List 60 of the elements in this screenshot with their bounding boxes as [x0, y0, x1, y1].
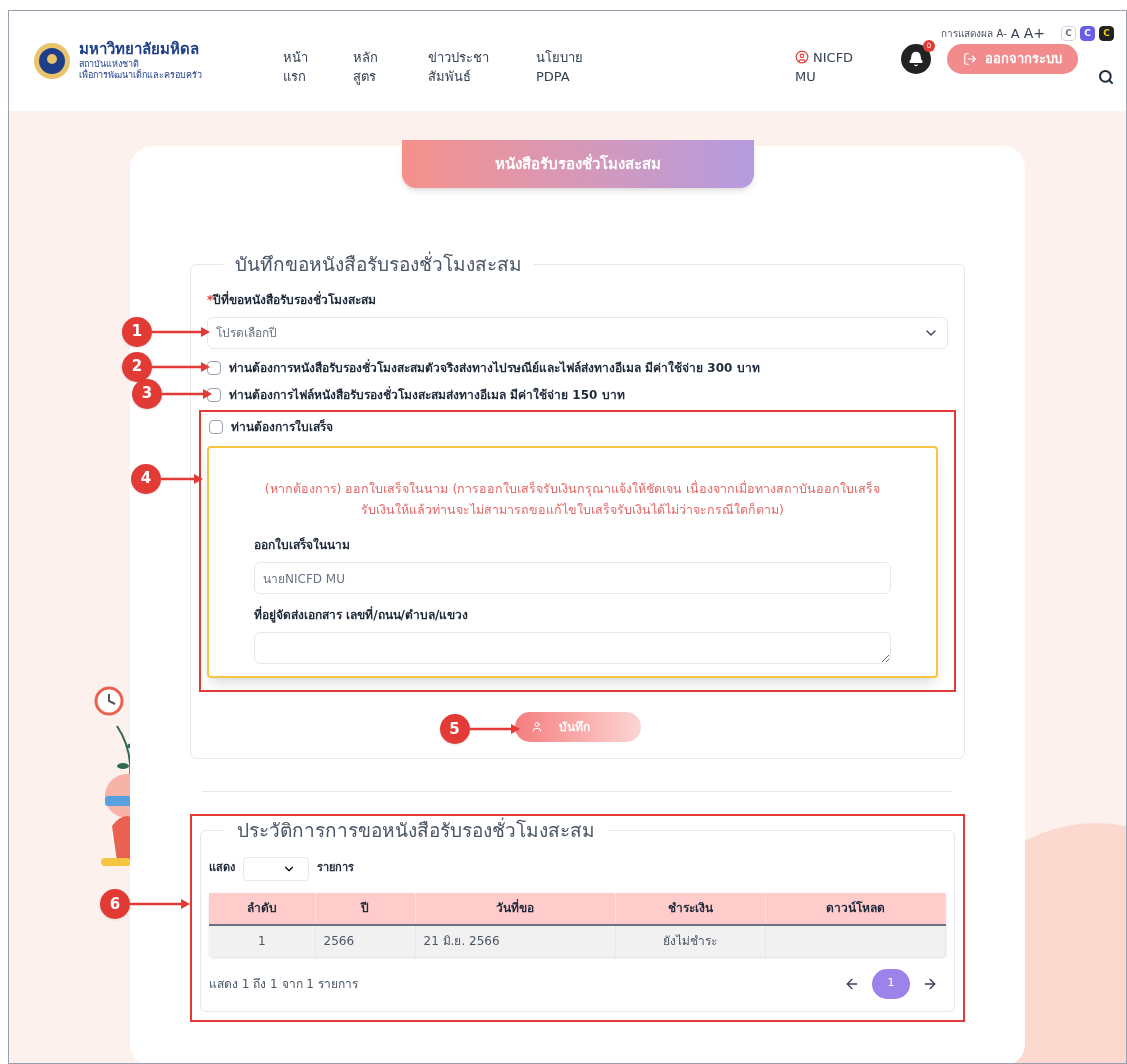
entries-label: รายการ	[317, 860, 354, 877]
arrow-icon	[152, 361, 210, 372]
name-label: ออกใบเสร็จในนาม	[254, 536, 351, 554]
search-icon[interactable]	[1098, 69, 1114, 85]
address-field[interactable]	[254, 632, 891, 664]
form-legend: บันทึกขอหนังสือรับรองชั่วโมงสะสม	[223, 250, 534, 279]
table-cell: 21 มิ.ย. 2566	[415, 924, 615, 957]
table-cell: ยังไม่ชำระ	[615, 924, 765, 957]
callout-number: 5	[439, 714, 470, 744]
history-legend: ประวัติการการขอหนังสือรับรองชั่วโมงสะสม	[225, 816, 607, 845]
font-size-button[interactable]: A	[1010, 23, 1020, 44]
table-cell: 1	[209, 924, 315, 957]
year-select[interactable]: โปรดเลือกปี	[207, 316, 948, 349]
bell-icon	[908, 51, 924, 67]
callout-number: 4	[131, 463, 161, 494]
table-cell: 2566	[315, 924, 415, 957]
font-size-button[interactable]: A+	[1023, 23, 1045, 44]
callout-number: 6	[100, 889, 130, 919]
contrast-button[interactable]: C	[1080, 26, 1095, 41]
column-header: ดาวน์โหลด	[765, 892, 946, 925]
checkbox-label: ท่านต้องการใบเสร็จ	[231, 418, 333, 436]
callout-number: 3	[132, 378, 162, 409]
year-label-text: ปีที่ขอหนังสือรับรองชั่วโมงสะสม	[213, 290, 377, 309]
logo-subtitle: เพื่อการพัฒนาเด็กและครอบครัว	[79, 70, 202, 82]
callout-number: 1	[122, 316, 152, 347]
checkbox[interactable]	[207, 360, 221, 375]
university-emblem-icon	[33, 42, 71, 80]
column-header: ชำระเงิน	[615, 892, 765, 925]
receipt-notice: (หากต้องการ) ออกใบเสร็จในนาม (การออกใบเสร็จรับเงินกรุณาแจ้งให้ชัดเจน เนื่องจากเมื่อทางสถาบันออกใบเสร็จรับเงินให้แล้วท่านจะไม่สามารถขอแก้ไขใบเสร็จรับเงินได้ไม่ว่าจะกรณีใดก็ตาม)	[263, 479, 882, 519]
logout-icon	[963, 52, 977, 66]
logo-subtitle: สถาบันแห่งชาติ	[79, 59, 139, 70]
column-header: ลำดับ	[209, 892, 315, 925]
contrast-button[interactable]: C	[1061, 26, 1076, 41]
arrow-icon	[152, 326, 210, 337]
user-icon	[795, 50, 809, 65]
arrow-icon	[469, 724, 520, 734]
nav-link[interactable]: ข่าวประชา สัมพันธ์	[428, 47, 536, 87]
checkbox[interactable]	[209, 419, 223, 434]
column-header: วันที่ขอ	[415, 892, 615, 925]
user-link[interactable]: NICFD MU	[795, 47, 885, 87]
nav-link[interactable]: หลัก สูตร	[353, 47, 428, 87]
user-icon	[530, 721, 543, 733]
required-mark: *	[207, 292, 214, 309]
font-size-button[interactable]: A-	[996, 26, 1007, 41]
callout-number: 2	[122, 351, 152, 382]
checkbox[interactable]	[207, 387, 221, 402]
nav-link[interactable]: นโยบาย PDPA	[536, 47, 636, 87]
arrow-icon	[162, 388, 212, 399]
checkbox-label: ท่านต้องการไฟล์หนังสือรับรองชั่วโมงสะสมส่งทางอีเมล มีค่าใช้จ่าย 150 บาท	[229, 385, 625, 404]
name-field[interactable]: นายNICFD MU	[254, 562, 891, 594]
card-title: หนังสือรับรองชั่วโมงสะสม	[494, 152, 661, 175]
display-label: การแสดงผล	[940, 27, 993, 41]
table-info: แสดง 1 ถึง 1 จาก 1 รายการ	[209, 975, 358, 993]
checkbox-label: ท่านต้องการหนังสือรับรองชั่วโมงสะสมตัวจริงส่งทางไปรษณีย์และไฟล์ส่งทางอีเมล มีค่าใช้จ่าย 300 บาท	[229, 358, 760, 377]
show-label: แสดง	[209, 860, 235, 877]
nav-link[interactable]: หน้า แรก	[283, 47, 353, 87]
logo-title: มหาวิทยาลัยมหิดล	[79, 40, 200, 59]
address-label: ที่อยู่จัดส่งเอกสาร เลขที่/ถนน/ตำบล/แขวง	[254, 606, 470, 624]
contrast-button[interactable]: C	[1099, 26, 1114, 41]
column-header: ปี	[315, 892, 415, 925]
